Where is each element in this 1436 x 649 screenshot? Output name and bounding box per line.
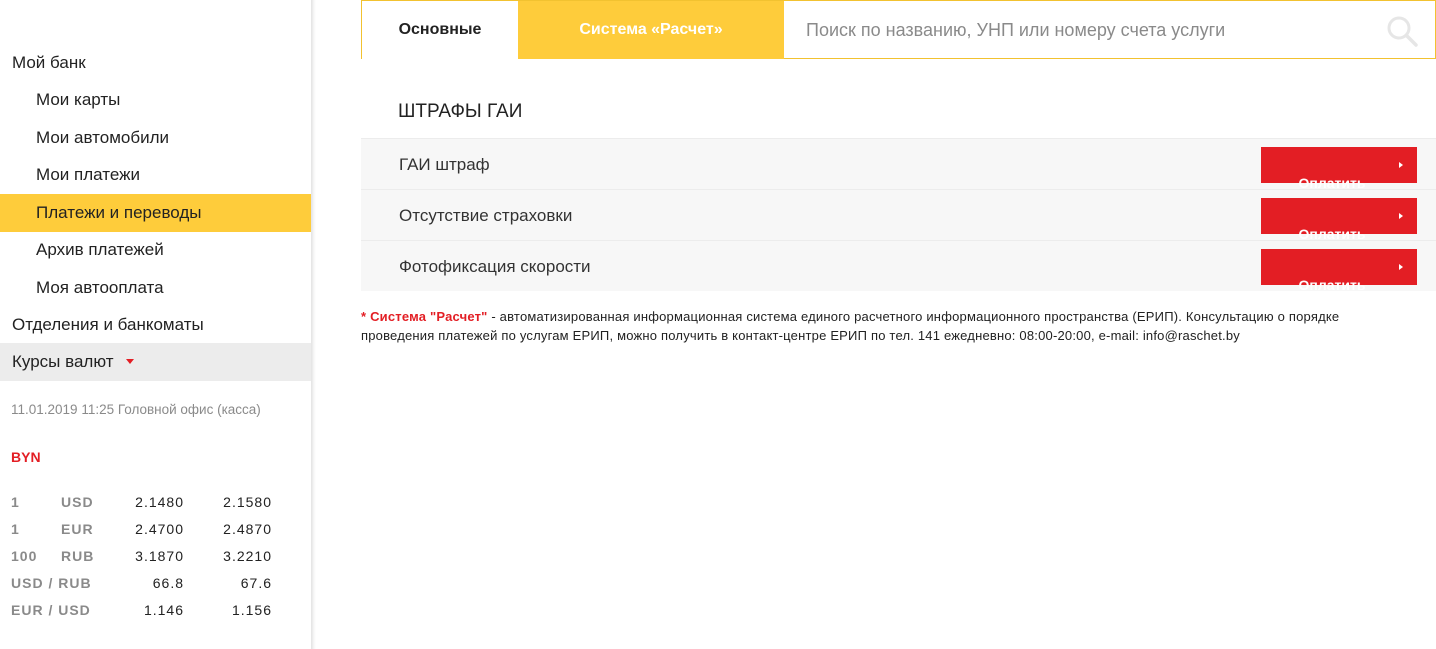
footnote-star: *: [361, 309, 367, 324]
rate-sell: 67.6: [240, 575, 272, 591]
rates-base-currency: BYN: [11, 449, 41, 465]
search-icon[interactable]: [1386, 15, 1418, 47]
rate-qty: 100: [11, 548, 38, 564]
rate-sell: 3.2210: [223, 548, 272, 564]
sidebar: Мой банк Мои карты Мои автомобили Мои пл…: [0, 0, 311, 649]
nav-my-autopay[interactable]: Моя автооплата: [0, 269, 311, 307]
erip-footnote: * Система "Расчет" - автоматизированная …: [361, 307, 1401, 345]
service-name[interactable]: Отсутствие страховки: [399, 190, 572, 241]
rate-buy: 66.8: [152, 575, 184, 591]
rate-row: 100 RUB 3.1870 3.2210: [0, 548, 300, 568]
arrow-right-icon: [1399, 264, 1403, 270]
rate-buy: 3.1870: [135, 548, 184, 564]
rate-pair-row: USD / RUB 66.8 67.6: [0, 575, 300, 595]
rate-sell: 2.4870: [223, 521, 272, 537]
nav-currency-rates[interactable]: Курсы валют: [0, 343, 311, 381]
service-row: ГАИ штраф Оплатить: [361, 138, 1436, 191]
nav-my-payments[interactable]: Мои платежи: [0, 156, 311, 194]
nav-payments-archive[interactable]: Архив платежей: [0, 231, 311, 269]
pay-button[interactable]: Оплатить: [1261, 147, 1417, 191]
rate-currency: RUB: [61, 548, 95, 564]
arrow-right-icon: [1399, 213, 1403, 219]
search-box: [784, 1, 1436, 59]
service-name[interactable]: Фотофиксация скорости: [399, 241, 591, 292]
rate-buy: 1.146: [143, 602, 184, 618]
rate-qty: 1: [11, 521, 20, 537]
rate-currency: EUR: [61, 521, 94, 537]
service-row: Фотофиксация скорости Оплатить: [361, 240, 1436, 293]
rate-row: 1 USD 2.1480 2.1580: [0, 494, 300, 514]
rate-sell: 2.1580: [223, 494, 272, 510]
footnote-brand: Система "Расчет": [370, 309, 488, 324]
rate-currency: USD: [61, 494, 94, 510]
section-title: ШТРАФЫ ГАИ: [398, 101, 523, 122]
rate-pair-row: EUR / USD 1.146 1.156: [0, 602, 300, 622]
rate-row: 1 EUR 2.4700 2.4870: [0, 521, 300, 541]
pay-button-label: Оплатить: [1298, 277, 1366, 293]
arrow-right-icon: [1399, 162, 1403, 168]
pay-button[interactable]: Оплатить: [1261, 198, 1417, 242]
rates-date: 11.01.2019 11:25 Головной офис (касса): [11, 402, 261, 417]
nav-payments-transfers[interactable]: Платежи и переводы: [0, 194, 311, 232]
footnote-text: - автоматизированная информационная сист…: [361, 309, 1340, 343]
search-input[interactable]: [784, 1, 1364, 59]
service-name[interactable]: ГАИ штраф: [399, 139, 490, 190]
rate-buy: 2.1480: [135, 494, 184, 510]
service-row: Отсутствие страховки Оплатить: [361, 189, 1436, 242]
nav-branches-atms[interactable]: Отделения и банкоматы: [0, 306, 311, 344]
tab-raschet-system[interactable]: Система «Расчет»: [518, 1, 784, 59]
caret-down-icon: [125, 359, 134, 365]
rate-pair: EUR / USD: [11, 602, 91, 618]
rate-qty: 1: [11, 494, 20, 510]
sidebar-divider: [311, 0, 316, 649]
currency-rates-label: Курсы валют: [12, 352, 114, 371]
nav-my-cards[interactable]: Мои карты: [0, 81, 311, 119]
pay-button[interactable]: Оплатить: [1261, 249, 1417, 293]
service-topbar: Основные Система «Расчет»: [361, 0, 1436, 59]
rate-sell: 1.156: [231, 602, 272, 618]
nav-my-bank[interactable]: Мой банк: [0, 44, 311, 82]
rate-pair: USD / RUB: [11, 575, 92, 591]
nav-my-cars[interactable]: Мои автомобили: [0, 119, 311, 157]
rate-buy: 2.4700: [135, 521, 184, 537]
tab-main[interactable]: Основные: [362, 1, 518, 59]
